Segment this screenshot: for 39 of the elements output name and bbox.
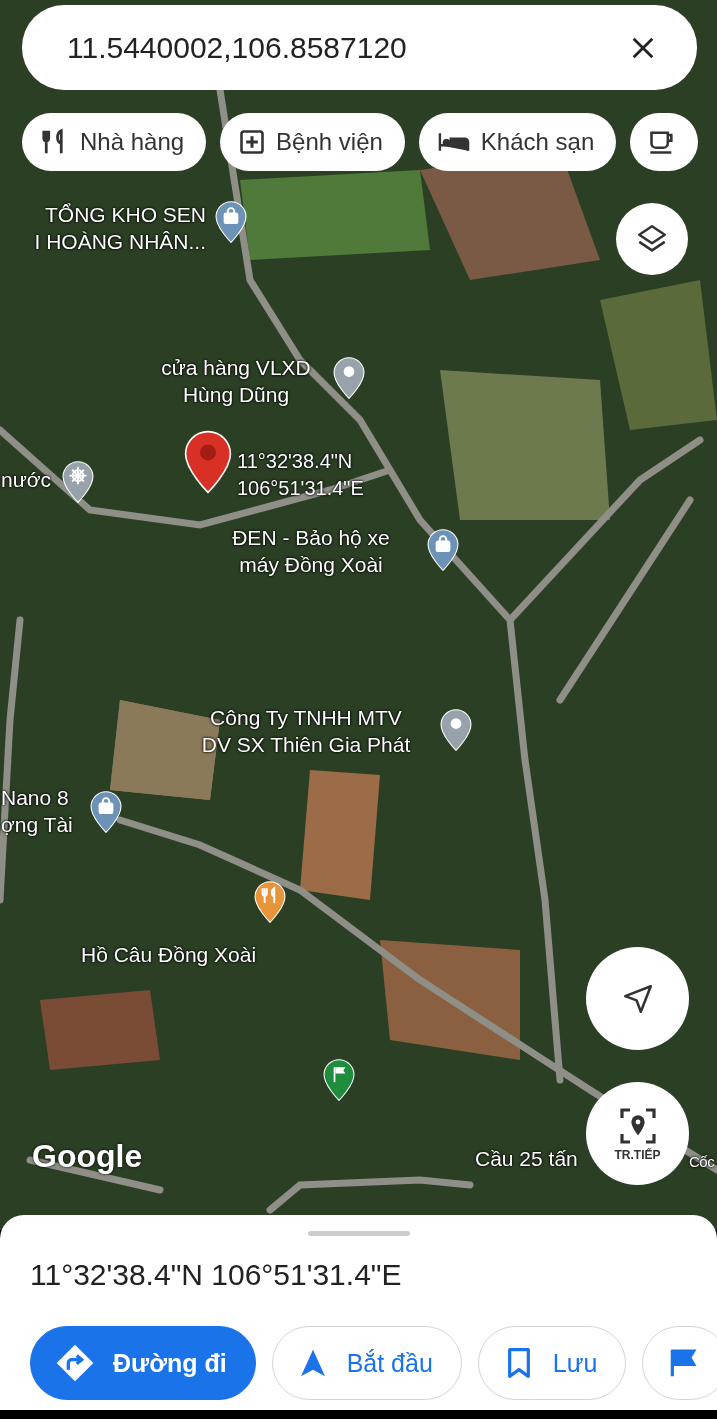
search-field[interactable]: 11.5440002,106.8587120 — [22, 5, 697, 90]
action-button[interactable] — [642, 1326, 717, 1400]
action-button[interactable]: Bắt đầu — [271, 1326, 462, 1400]
place-label: nước — [0, 467, 52, 493]
directions-icon — [55, 1343, 95, 1383]
place-label: 106°51'31.4"E — [236, 476, 365, 501]
action-button[interactable]: Lưu — [477, 1326, 627, 1400]
shopping-pin-icon[interactable] — [90, 790, 122, 834]
place-label: I HOÀNG NHÂN... — [33, 229, 207, 255]
action-button[interactable]: Đường đi — [30, 1326, 256, 1400]
restaurant-pin-icon[interactable] — [254, 880, 286, 924]
shopping-pin-icon[interactable] — [427, 528, 459, 572]
place-label: ĐEN - Bảo hộ xe — [231, 525, 391, 551]
category-chip[interactable]: Khách sạn — [418, 113, 617, 171]
coordinates-title: 11°32'38.4"N 106°51'31.4"E — [30, 1258, 403, 1292]
flag-pin-icon[interactable] — [323, 1058, 355, 1102]
place-label: Công Ty TNHH MTV — [209, 705, 403, 731]
location-pin-icon[interactable] — [333, 356, 365, 400]
category-chip[interactable]: Bệnh viện — [220, 113, 405, 171]
shopping-pin-icon[interactable] — [215, 200, 247, 244]
pin-in-frame-icon — [617, 1105, 658, 1146]
dropped-pin-icon[interactable] — [184, 430, 232, 494]
place-label: TỔNG KHO SEN — [43, 202, 207, 228]
map-logo: Google — [32, 1138, 143, 1175]
place-label: Hồ Câu Đồng Xoài — [80, 942, 258, 968]
place-label: Cốc — [689, 1152, 715, 1172]
place-label: 11°32'38.4"N — [236, 449, 354, 474]
place-label: máy Đồng Xoài — [238, 552, 384, 578]
helm-pin-icon[interactable] — [62, 460, 94, 504]
place-label: cửa hàng VLXD — [160, 355, 312, 381]
place-label: Nano 8 — [0, 785, 70, 811]
place-label: Cầu 25 tấn — [474, 1146, 579, 1172]
place-label: ợng Tài — [0, 812, 74, 838]
location-pin-icon[interactable] — [440, 708, 472, 752]
place-label: Hùng Dũng — [181, 382, 291, 408]
place-label: DV SX Thiên Gia Phát — [200, 732, 412, 758]
category-chip[interactable]: Nhà hàng — [22, 113, 207, 171]
medical-cross-icon — [238, 128, 267, 156]
drag-handle[interactable] — [307, 1231, 410, 1236]
